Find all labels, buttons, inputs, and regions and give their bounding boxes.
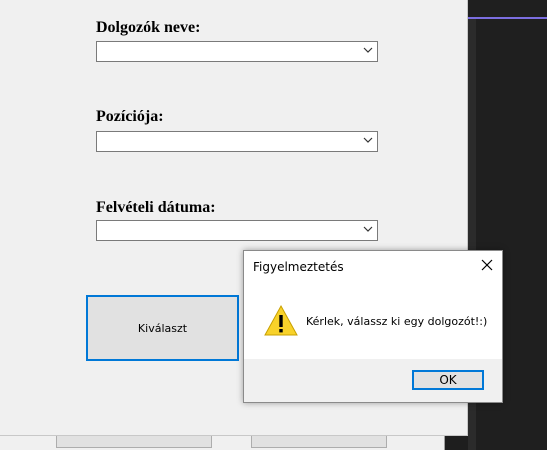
warning-icon: [264, 304, 298, 336]
ok-button[interactable]: OK: [412, 370, 484, 390]
warning-dialog: Figyelmeztetés Kérlek, válassz ki egy do…: [243, 250, 503, 403]
employee-name-combobox[interactable]: [96, 41, 378, 62]
position-combobox[interactable]: [96, 131, 378, 152]
accent-line: [468, 17, 547, 19]
dialog-message: Kérlek, válassz ki egy dolgozót!:): [306, 315, 488, 328]
select-button[interactable]: Kiválaszt: [86, 295, 239, 361]
close-icon[interactable]: [480, 258, 494, 272]
hire-date-label: Felvételi dátuma:: [96, 199, 216, 216]
hire-date-combobox[interactable]: [96, 220, 378, 241]
chevron-down-icon: [363, 47, 373, 53]
dialog-footer: OK: [244, 359, 502, 402]
position-label: Pozíciója:: [96, 108, 164, 125]
dialog-title: Figyelmeztetés: [253, 260, 344, 274]
employee-name-label: Dolgozók neve:: [96, 19, 201, 36]
chevron-down-icon: [363, 137, 373, 143]
chevron-down-icon: [363, 226, 373, 232]
